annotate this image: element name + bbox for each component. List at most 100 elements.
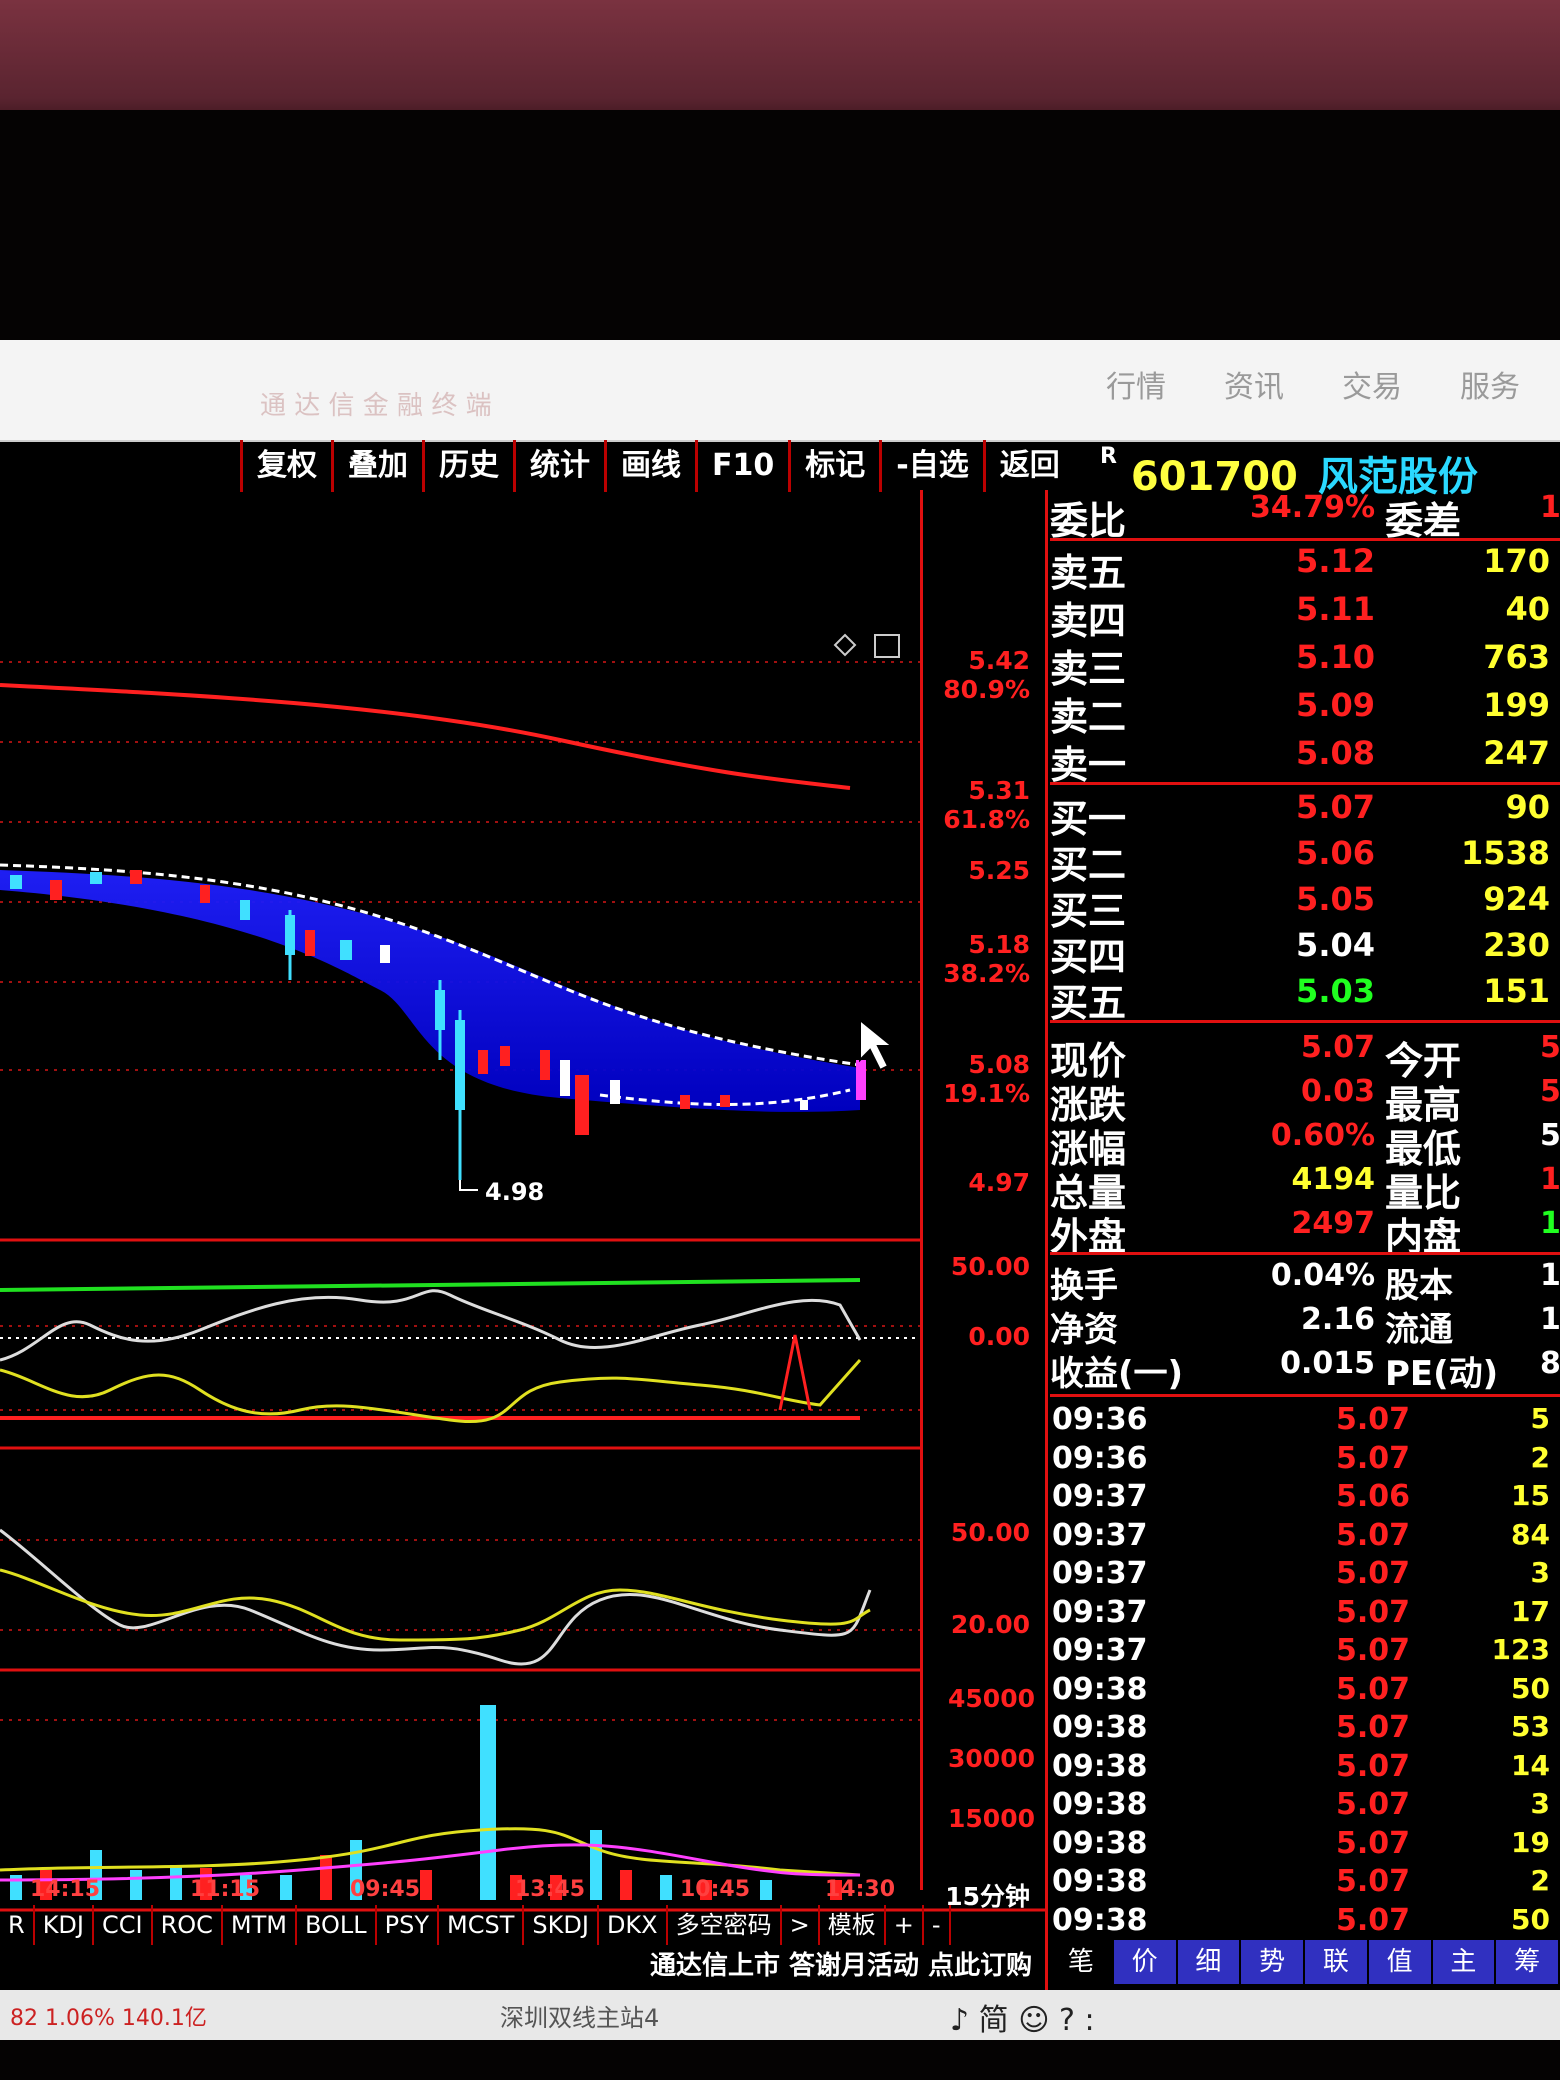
stat-value: 0.60% — [1270, 1118, 1375, 1153]
toolbar-adjust-button[interactable]: 复权 — [240, 440, 331, 492]
server-name[interactable]: 深圳双线主站4 — [500, 1998, 659, 2033]
toolbar-back-button[interactable]: 返回 — [982, 440, 1074, 492]
sell-row[interactable]: 卖三 5.10 763 — [1050, 638, 1560, 691]
tab-boll[interactable]: BOLL — [297, 1905, 377, 1945]
window-title: 通 达 信 金 融 终 端 — [260, 391, 492, 421]
tab-trend[interactable]: 势 — [1241, 1940, 1305, 1984]
stat-value: 0.04% — [1270, 1258, 1375, 1293]
diamond-icon[interactable] — [833, 633, 857, 657]
stat-value: 11.3 — [1540, 1258, 1560, 1293]
tick-price: 5.07 — [1335, 1633, 1410, 1668]
tab-skdj[interactable]: SKDJ — [524, 1905, 599, 1945]
stat-row: 外盘2497内盘16 — [1050, 1206, 1560, 1259]
buy-row[interactable]: 买二 5.06 1538 — [1050, 834, 1560, 887]
tab-roc[interactable]: ROC — [153, 1905, 223, 1945]
tab-mcst[interactable]: MCST — [439, 1905, 525, 1945]
tab-kdj[interactable]: KDJ — [35, 1905, 94, 1945]
sell-label: 卖三 — [1050, 647, 1127, 691]
tab-psy[interactable]: PSY — [377, 1905, 440, 1945]
tick-row: 09:375.07123B — [1050, 1633, 1560, 1671]
ime-toolbar[interactable]: ♪ 简 ☺ ? : — [950, 1995, 1095, 2039]
tab-trades[interactable]: 笔 — [1050, 1940, 1114, 1984]
tab-price[interactable]: 价 — [1114, 1940, 1178, 1984]
buy-label: 买五 — [1050, 981, 1127, 1025]
stat-value: 2497 — [1291, 1206, 1376, 1241]
tab-duokong[interactable]: 多空密码 — [668, 1905, 782, 1945]
toolbar-mark-button[interactable]: 标记 — [788, 440, 879, 492]
sell-row[interactable]: 卖五 5.12 170 — [1050, 542, 1560, 595]
marquee-ad-link[interactable]: 通达信上市 答谢月活动 点此订购 — [650, 1945, 1032, 1982]
time-label: 11:15 — [190, 1877, 261, 1902]
time-label: 13:45 — [515, 1877, 586, 1902]
tick-time: 09:38 — [1052, 1748, 1148, 1784]
stat-row: 涨幅0.60%最低5. — [1050, 1118, 1560, 1171]
status-bar: 82 1.06% 140.1亿 深圳双线主站4 ♪ 简 ☺ ? : — [0, 1990, 1560, 2040]
buy-volume: 151 — [1483, 972, 1550, 1010]
buy-price: 5.04 — [1296, 926, 1375, 964]
time-label: 09:45 — [350, 1877, 421, 1902]
tick-row: 09:37 5.07 3 — [1050, 1556, 1560, 1594]
tab-more[interactable]: > — [782, 1905, 820, 1945]
divider — [1050, 782, 1560, 785]
axis-vol-45000: 45000 — [948, 1684, 1035, 1713]
tab-chips[interactable]: 筹 — [1496, 1940, 1560, 1984]
buy-volume: 90 — [1505, 788, 1550, 826]
monitor-bezel-bottom — [0, 2040, 1560, 2080]
time-axis: 14:15 11:15 09:45 13:45 10:45 14:30 — [0, 1877, 920, 1907]
tab-template[interactable]: 模板 — [820, 1905, 886, 1945]
tick-row: 09:385.0750S — [1050, 1903, 1560, 1941]
buy-row[interactable]: 买四 5.04 230 — [1050, 926, 1560, 979]
toolbar-watchlist-button[interactable]: -自选 — [879, 440, 982, 492]
tick-volume: 2 — [1530, 1864, 1550, 1897]
toolbar-draw-button[interactable]: 画线 — [604, 440, 695, 492]
ma-long-line — [0, 683, 851, 790]
low-marker-label: 4.98 — [485, 1178, 544, 1206]
kline-chart[interactable]: 4.98 — [0, 490, 1050, 2040]
toolbar-history-button[interactable]: 历史 — [422, 440, 513, 492]
tick-volume: 15 — [1511, 1479, 1550, 1512]
toolbar-overlay-button[interactable]: 叠加 — [331, 440, 422, 492]
tab-dkx[interactable]: DKX — [599, 1905, 668, 1945]
toolbar-stats-button[interactable]: 统计 — [513, 440, 604, 492]
tick-time: 09:38 — [1052, 1671, 1148, 1707]
candles — [10, 870, 866, 1180]
menu-item-service[interactable]: 服务 — [1460, 362, 1520, 406]
tab-add[interactable]: + — [886, 1905, 924, 1945]
sell-label: 卖一 — [1050, 743, 1127, 787]
sell-price: 5.12 — [1296, 542, 1375, 580]
sell-row[interactable]: 卖二 5.09 199 — [1050, 686, 1560, 739]
low-marker-line — [459, 1180, 478, 1191]
ind2-white-line — [0, 1528, 872, 1666]
stat-value: 1. — [1540, 1162, 1560, 1197]
tab-detail[interactable]: 细 — [1178, 1940, 1242, 1984]
stat-value: 0.015 — [1280, 1346, 1375, 1381]
stat-label: 换手 — [1050, 1266, 1118, 1306]
axis-price-value: 5.08 — [968, 1050, 1030, 1079]
buy-row[interactable]: 买三 5.05 924 — [1050, 880, 1560, 933]
menu-item-market[interactable]: 行情 — [1106, 362, 1166, 406]
tab-value[interactable]: 值 — [1369, 1940, 1433, 1984]
volume-ma-yellow — [0, 1827, 861, 1877]
tab-main[interactable]: 主 — [1433, 1940, 1497, 1984]
tick-price: 5.07 — [1335, 1402, 1410, 1437]
menu-item-news[interactable]: 资讯 — [1224, 362, 1284, 406]
sell-row[interactable]: 卖一 5.08 247 — [1050, 734, 1560, 787]
tab-remove[interactable]: - — [924, 1905, 951, 1945]
tick-time: 09:37 — [1052, 1556, 1148, 1591]
buy-price: 5.03 — [1296, 972, 1375, 1010]
stat-row: 涨跌0.03最高5. — [1050, 1074, 1560, 1127]
tab-mtm[interactable]: MTM — [223, 1905, 297, 1945]
tab-r[interactable]: R — [0, 1905, 35, 1945]
tab-related[interactable]: 联 — [1305, 1940, 1369, 1984]
sell-row[interactable]: 卖四 5.11 40 — [1050, 590, 1560, 643]
buy-row[interactable]: 买五 5.03 151 — [1050, 972, 1560, 1025]
weibi-value: 34.79% — [1250, 490, 1375, 525]
axis-price-value: 5.42 — [968, 646, 1030, 675]
toolbar-f10-button[interactable]: F10 — [695, 440, 788, 492]
tick-volume: 2 — [1530, 1440, 1550, 1474]
buy-row[interactable]: 买一 5.07 90 — [1050, 788, 1560, 841]
tab-cci[interactable]: CCI — [94, 1905, 153, 1945]
menu-item-trade[interactable]: 交易 — [1342, 362, 1402, 406]
sell-volume: 247 — [1483, 734, 1550, 772]
panel-toggle-icon[interactable] — [874, 634, 900, 658]
